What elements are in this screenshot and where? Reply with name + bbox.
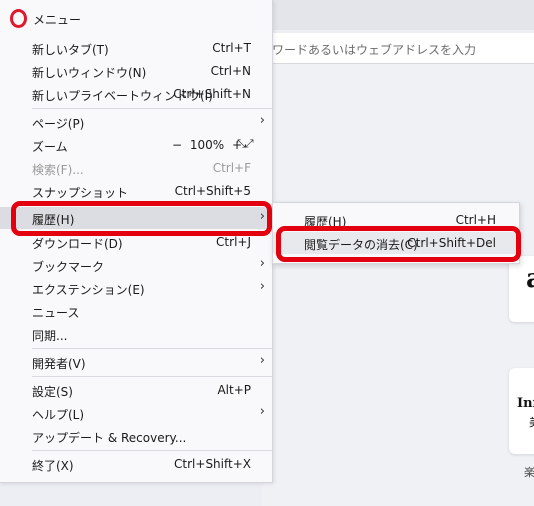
submenu-item-shortcut: Ctrl+Shift+Del — [407, 236, 496, 250]
menu-item-label: ニュース — [32, 306, 80, 320]
menu-item-label: 開発者(V) — [32, 357, 86, 371]
menu-separator — [32, 450, 272, 451]
submenu-item-shortcut: Ctrl+H — [455, 213, 496, 227]
speed-dial-area — [262, 64, 534, 506]
submenu-item-clear-browsing-data[interactable]: 閲覧データの消去(C) Ctrl+Shift+Del — [273, 232, 519, 254]
menu-item-history[interactable]: 履歴(H) › — [0, 207, 272, 229]
menu-item-shortcut: Alt+P — [217, 383, 251, 397]
menu-item-downloads[interactable]: ダウンロード(D) Ctrl+J — [0, 231, 272, 253]
menu-item-label: エクステンション(E) — [32, 283, 145, 297]
menu-item-label: ヘルプ(L) — [32, 408, 85, 422]
menu-item-page[interactable]: ページ(P) › — [0, 111, 272, 133]
tile-caption: 楽 — [524, 466, 534, 479]
tile-logo-text: Inf — [517, 396, 534, 411]
menu-item-label: 終了(X) — [32, 459, 74, 473]
address-bar[interactable]: ワードあるいはウェブアドレスを入力 — [262, 33, 534, 64]
menu-item-label: スナップショット — [32, 186, 129, 200]
menu-item-shortcut: Ctrl+Shift+N — [173, 87, 251, 101]
menu-item-bookmarks[interactable]: ブックマーク › — [0, 254, 272, 276]
menu-item-shortcut: Ctrl+T — [212, 41, 251, 55]
menu-title: メニュー — [33, 13, 82, 27]
chevron-right-icon: › — [259, 256, 265, 271]
menu-item-label: 設定(S) — [32, 385, 73, 399]
menu-item-label: 新しいウィンドウ(N) — [32, 66, 147, 80]
zoom-out-button[interactable]: − — [172, 138, 182, 152]
menu-item-shortcut: Ctrl+Shift+X — [174, 457, 251, 471]
chevron-right-icon: › — [259, 279, 265, 294]
menu-item-shortcut: Ctrl+F — [212, 161, 251, 175]
menu-item-new-tab[interactable]: 新しいタブ(T) Ctrl+T — [0, 37, 272, 59]
tile-logo-text: a — [526, 264, 534, 294]
menu-item-shortcut: Ctrl+Shift+5 — [174, 184, 251, 198]
menu-item-settings[interactable]: 設定(S) Alt+P — [0, 379, 272, 401]
chevron-right-icon: › — [259, 113, 265, 128]
menu-header: メニュー — [0, 0, 272, 34]
speed-dial-tile[interactable]: a — [509, 256, 534, 322]
menu-item-label: アップデート & Recovery... — [32, 431, 187, 445]
speed-dial-tile[interactable]: Inf 美 — [509, 368, 534, 454]
address-placeholder: ワードあるいはウェブアドレスを入力 — [272, 43, 477, 57]
fullscreen-icon[interactable]: ⤡⤢ — [237, 137, 254, 151]
menu-item-update-recovery[interactable]: アップデート & Recovery... — [0, 425, 272, 447]
opera-main-menu: メニュー 新しいタブ(T) Ctrl+T 新しいウィンドウ(N) Ctrl+N … — [0, 0, 273, 483]
menu-separator — [32, 204, 272, 205]
menu-item-label: ページ(P) — [32, 117, 85, 131]
menu-item-shortcut: Ctrl+J — [216, 235, 251, 249]
opera-logo-icon — [10, 9, 27, 28]
menu-item-label: 同期... — [32, 329, 68, 343]
zoom-level: 100% — [189, 138, 225, 152]
menu-item-new-window[interactable]: 新しいウィンドウ(N) Ctrl+N — [0, 60, 272, 82]
tile-logo-subtext: 美 — [529, 414, 534, 430]
menu-item-label: 新しいタブ(T) — [32, 43, 109, 57]
menu-item-exit[interactable]: 終了(X) Ctrl+Shift+X — [0, 453, 272, 475]
menu-item-label: ブックマーク — [32, 260, 105, 274]
submenu-item-label: 閲覧データの消去(C) — [304, 238, 418, 252]
menu-separator — [32, 108, 272, 109]
menu-item-find: 検索(F)... Ctrl+F — [0, 157, 272, 179]
menu-item-news[interactable]: ニュース — [0, 300, 272, 322]
chevron-right-icon: › — [259, 209, 265, 224]
history-submenu: 履歴(H) Ctrl+H 閲覧データの消去(C) Ctrl+Shift+Del — [272, 202, 520, 264]
menu-item-snapshot[interactable]: スナップショット Ctrl+Shift+5 — [0, 180, 272, 202]
menu-separator — [32, 348, 272, 349]
menu-item-extensions[interactable]: エクステンション(E) › — [0, 277, 272, 299]
menu-item-label: 履歴(H) — [32, 213, 75, 227]
submenu-item-label: 履歴(H) — [304, 215, 347, 229]
menu-separator — [32, 376, 272, 377]
chevron-right-icon: › — [259, 404, 265, 419]
menu-item-shortcut: Ctrl+N — [210, 64, 251, 78]
menu-item-label: ダウンロード(D) — [32, 237, 123, 251]
menu-item-label: ズーム — [32, 140, 68, 154]
zoom-control: − 100% + — [172, 138, 242, 152]
menu-item-sync[interactable]: 同期... — [0, 323, 272, 345]
menu-item-developer[interactable]: 開発者(V) › — [0, 351, 272, 373]
menu-item-new-private-window[interactable]: 新しいプライベートウィンドウ(I) Ctrl+Shift+N — [0, 83, 272, 105]
menu-item-zoom: ズーム − 100% + ⤡⤢ — [0, 134, 272, 156]
menu-item-help[interactable]: ヘルプ(L) › — [0, 402, 272, 424]
submenu-item-history[interactable]: 履歴(H) Ctrl+H — [273, 209, 519, 231]
menu-item-label: 検索(F)... — [32, 163, 84, 177]
chevron-right-icon: › — [259, 353, 265, 368]
